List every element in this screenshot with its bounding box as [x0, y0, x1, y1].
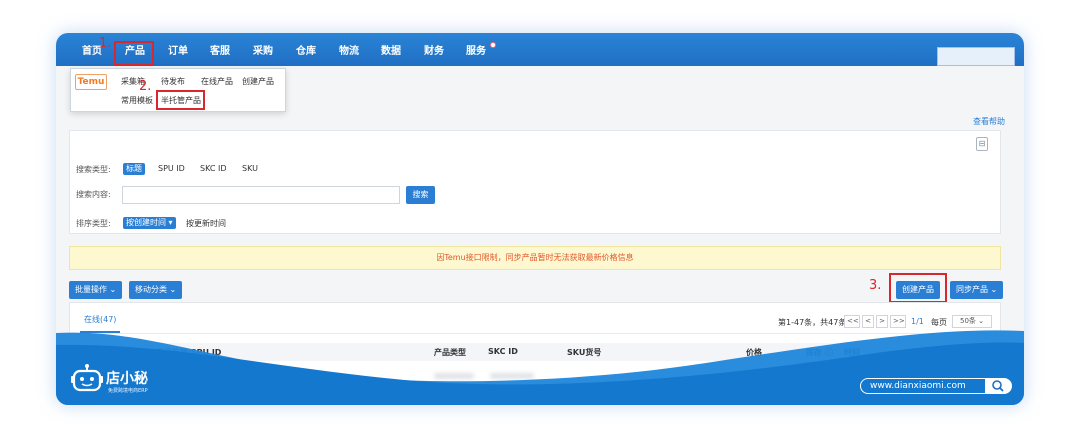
collapse-panel-icon[interactable]: ⊟ [976, 137, 988, 151]
sort-by-created-label: 按创建时间 [126, 218, 166, 227]
col-actions: 操作 [934, 348, 950, 357]
menu-online-products[interactable]: 在线产品 [201, 76, 233, 87]
main-content: 搜索类型: 标题 SPU ID SKC ID SKU 搜索内容: 搜索 排序类型… [56, 66, 1024, 405]
notice-banner: 因Temu接口限制，同步产品暂时无法获取最新价格信息 [69, 246, 1001, 270]
search-button[interactable]: 搜索 [406, 186, 435, 204]
pager-per-page-select[interactable]: 50条 ⌄ [952, 315, 992, 328]
menu-pending-publish[interactable]: 待发布 [161, 76, 185, 87]
search-panel: 搜索类型: 标题 SPU ID SKC ID SKU 搜索内容: 搜索 排序类型… [69, 130, 1001, 234]
menu-common-templates[interactable]: 常用模板 [121, 95, 153, 106]
pager-per-page-label: 每页 [931, 318, 947, 327]
brand-name: 店小秘 [106, 371, 148, 387]
sort-type-label: 排序类型: [76, 219, 111, 228]
col-time: 时间 [844, 348, 860, 357]
table-header: 图片 产品标题/SPU ID 产品类型 SKC ID SKU货号 价格 库存 ⓘ… [76, 343, 996, 361]
search-content-label: 搜索内容: [76, 190, 111, 199]
pager-per-page-value: 50条 [959, 317, 976, 325]
temu-logo: Temu [75, 74, 107, 90]
blurred-title [156, 373, 216, 379]
site-search-button [985, 378, 1012, 394]
search-type-label: 搜索类型: [76, 165, 111, 174]
step-1-label: 1. [99, 36, 112, 51]
col-skc-id: SKC ID [488, 347, 518, 356]
nav-orders[interactable]: 订单 [168, 42, 188, 57]
col-price: 价格 [746, 348, 762, 357]
tab-online[interactable]: 在线(47) [84, 314, 116, 325]
nav-services[interactable]: 服务 [466, 42, 486, 57]
move-category-label: 移动分类 [135, 285, 167, 294]
search-type-spu[interactable]: SPU ID [158, 164, 185, 173]
pager-prev-button[interactable]: < [862, 315, 874, 328]
step-2-label: 2. [139, 79, 152, 94]
select-all-checkbox[interactable] [84, 348, 93, 357]
search-input[interactable] [122, 186, 400, 204]
pager-last-button[interactable]: >> [890, 315, 906, 328]
highlight-box-semi-managed [156, 90, 205, 110]
menu-create-product[interactable]: 创建产品 [242, 76, 274, 87]
col-stock: 库存 ⓘ [806, 348, 833, 357]
products-dropdown-menu: Temu 采集箱 待发布 在线产品 创建产品 常用模板 半托管产品 2. [70, 68, 286, 112]
brand-subtitle: 免费跨境电商ERP [108, 388, 148, 394]
sort-by-created[interactable]: 按创建时间 ▾ [123, 217, 176, 229]
col-image: 图片 [104, 348, 120, 357]
robot-logo-icon [71, 364, 103, 392]
blurred-price [734, 373, 764, 379]
top-nav: 首页 产品 订单 客服 采购 仓库 物流 数据 财务 服务 1. [56, 33, 1024, 66]
col-title-spu: 产品标题/SPU ID [156, 348, 222, 357]
search-type-sku[interactable]: SKU [242, 164, 258, 173]
sync-products-button[interactable]: 同步产品 ⌄ [950, 281, 1004, 299]
col-product-type: 产品类型 [434, 348, 466, 357]
app-window: 首页 产品 订单 客服 采购 仓库 物流 数据 财务 服务 1. 搜索类型: 标… [56, 33, 1024, 405]
nav-customer-service[interactable]: 客服 [210, 42, 230, 57]
pager-page: 1/1 [911, 317, 924, 326]
tab-divider [70, 333, 1002, 334]
user-account-box[interactable] [937, 47, 1015, 66]
col-stock-label: 库存 [806, 348, 822, 357]
step-3-label: 3. [869, 278, 882, 293]
nav-data[interactable]: 数据 [381, 42, 401, 57]
sync-products-label: 同步产品 [956, 285, 988, 294]
move-category-button[interactable]: 移动分类 ⌄ [129, 281, 183, 299]
search-icon [992, 380, 1004, 392]
blurred-skc [490, 373, 534, 379]
batch-actions-label: 批量操作 [75, 285, 107, 294]
search-type-title[interactable]: 标题 [123, 163, 145, 175]
nav-purchase[interactable]: 采购 [253, 42, 273, 57]
site-url: www.dianxiaomi.com [860, 378, 986, 394]
highlight-box-create [889, 273, 947, 303]
nav-warehouse[interactable]: 仓库 [296, 42, 316, 57]
nav-finance[interactable]: 财务 [424, 42, 444, 57]
nav-logistics[interactable]: 物流 [339, 42, 359, 57]
search-type-skc[interactable]: SKC ID [200, 164, 227, 173]
notification-dot-icon [490, 42, 496, 48]
help-link[interactable]: 查看帮助 [973, 116, 1005, 127]
batch-actions-button[interactable]: 批量操作 ⌄ [69, 281, 123, 299]
sort-by-updated[interactable]: 按更新时间 [186, 218, 226, 229]
blurred-type [434, 373, 474, 379]
pager-summary: 第1-47条，共47条 [778, 318, 847, 327]
pager-next-button[interactable]: > [876, 315, 888, 328]
pager-first-button[interactable]: << [844, 315, 860, 328]
highlight-box-products [114, 41, 154, 66]
col-sku-code: SKU货号 [567, 348, 602, 357]
